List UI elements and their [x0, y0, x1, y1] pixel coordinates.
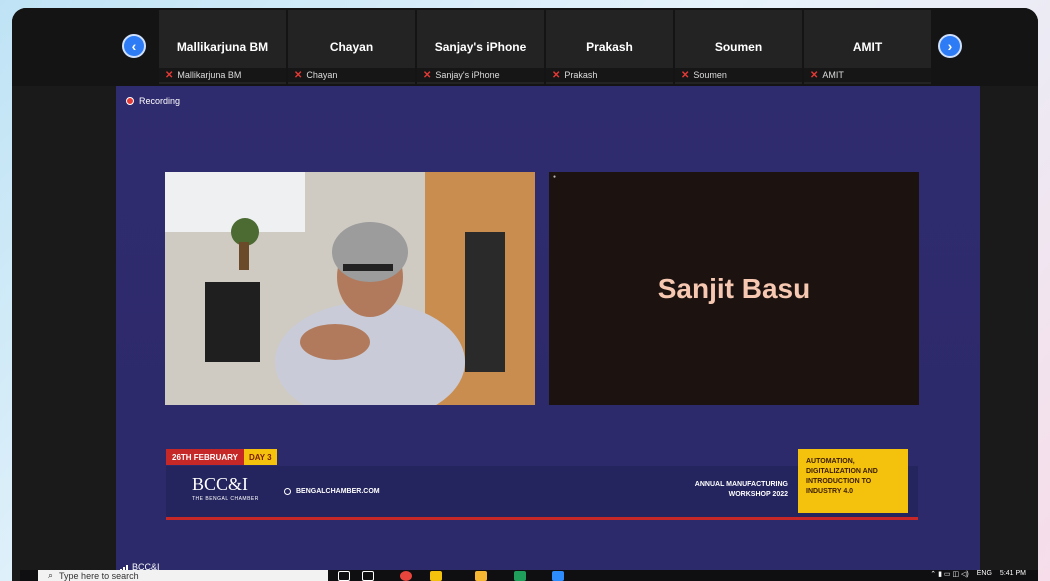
participant-tile[interactable]: Mallikarjuna BM ✕ Mallikarjuna BM — [159, 10, 286, 84]
participant-name: Mallikarjuna BM — [176, 40, 269, 54]
tray-icons[interactable]: ⌃ ▮ ▭ ◫ ◁) — [930, 570, 968, 578]
mic-muted-icon: ✕ — [165, 69, 174, 81]
app-icon[interactable] — [475, 571, 487, 581]
system-tray: ⌃ ▮ ▭ ◫ ◁) ENG 5:41 PM — [930, 570, 1026, 578]
taskbar-search[interactable]: ⌕ Type here to search — [38, 570, 328, 581]
next-page-button[interactable]: › — [938, 34, 962, 58]
participant-label-text: Chayan — [306, 70, 338, 80]
participant-tile[interactable]: Prakash ✕ Prakash — [546, 10, 673, 84]
participant-name: Sanjay's iPhone — [434, 40, 527, 54]
participant-tiles: Mallikarjuna BM ✕ Mallikarjuna BM Chayan … — [159, 10, 933, 84]
logo-text: BCC&I — [192, 474, 249, 494]
workshop-line-1: ANNUAL MANUFACTURING — [694, 481, 788, 488]
zoom-icon[interactable] — [552, 571, 564, 581]
mic-muted-icon: ✕ — [423, 69, 432, 81]
participant-video[interactable] — [165, 172, 535, 405]
video-scene — [165, 172, 535, 405]
previous-page-button[interactable]: ‹ — [122, 34, 146, 58]
workshop-title: ANNUAL MANUFACTURING WORKSHOP 2022 — [695, 480, 788, 500]
excel-icon[interactable] — [514, 571, 526, 581]
participant-strip: ‹ Mallikarjuna BM ✕ Mallikarjuna BM Chaya… — [12, 8, 1038, 86]
event-theme-box: AUTOMATION, DIGITALIZATION AND INTRODUCT… — [798, 449, 908, 513]
participant-tile[interactable]: Soumen ✕ Soumen — [675, 10, 802, 84]
participant-name: Chayan — [329, 40, 374, 54]
participant-label: ✕ Soumen — [675, 68, 802, 82]
participant-label: ✕ Mallikarjuna BM — [159, 68, 286, 82]
task-view-icon[interactable] — [362, 571, 374, 581]
website-label: BENGALCHAMBER.COM — [284, 488, 380, 495]
participant-label: ✕ AMIT — [804, 68, 931, 82]
participant-label-text: Soumen — [693, 70, 727, 80]
speaker-tile[interactable]: ● Sanjit Basu — [549, 172, 919, 405]
participant-tile[interactable]: Sanjay's iPhone ✕ Sanjay's iPhone — [417, 10, 544, 84]
mic-muted-icon: ✕ — [294, 69, 303, 81]
search-placeholder: Type here to search — [59, 570, 139, 581]
speaker-name: Sanjit Basu — [657, 272, 811, 304]
recording-indicator: Recording — [126, 96, 180, 106]
event-date-row: 26TH FEBRUARY DAY 3 — [166, 449, 277, 465]
participant-label: ✕ Chayan — [288, 68, 415, 82]
meeting-window: ‹ Mallikarjuna BM ✕ Mallikarjuna BM Chaya… — [12, 8, 1038, 581]
logo-subtitle: THE BENGAL CHAMBER — [192, 496, 259, 502]
search-icon: ⌕ — [48, 570, 54, 580]
speaker-tile-tag: ● — [553, 174, 557, 180]
website-text: BENGALCHAMBER.COM — [296, 488, 380, 495]
windows-taskbar: ⌕ Type here to search ⌃ ▮ ▭ ◫ ◁) ENG 5:4… — [20, 570, 1038, 581]
event-day: DAY 3 — [243, 449, 277, 465]
participant-name: Prakash — [586, 40, 633, 54]
participant-name: Soumen — [714, 40, 763, 54]
participant-name: AMIT — [852, 40, 883, 54]
participant-label-text: AMIT — [822, 70, 844, 80]
globe-icon — [284, 488, 291, 495]
mic-muted-icon: ✕ — [810, 69, 819, 81]
participant-tile[interactable]: AMIT ✕ AMIT — [804, 10, 931, 84]
participant-label-text: Prakash — [564, 70, 598, 80]
main-stage: Recording ● Sanjit Basu 26TH FEBRUARY DA… — [116, 86, 980, 578]
participant-tile[interactable]: Chayan ✕ Chayan — [288, 10, 415, 84]
event-date: 26TH FEBRUARY — [166, 449, 244, 465]
bcci-logo: BCC&I THE BENGAL CHAMBER — [192, 474, 259, 502]
record-icon — [126, 97, 134, 105]
file-explorer-icon[interactable] — [430, 571, 442, 581]
participant-label-text: Sanjay's iPhone — [435, 70, 500, 80]
clock[interactable]: 5:41 PM — [1000, 570, 1026, 577]
mic-muted-icon: ✕ — [681, 69, 690, 81]
participant-label-text: Mallikarjuna BM — [177, 70, 242, 80]
recording-label: Recording — [139, 96, 181, 106]
workshop-line-2: WORKSHOP 2022 — [728, 491, 788, 498]
mic-muted-icon: ✕ — [552, 69, 561, 81]
cortana-icon[interactable] — [338, 571, 350, 581]
participant-label: ✕ Prakash — [546, 68, 673, 82]
language-indicator[interactable]: ENG — [977, 570, 992, 577]
participant-label: ✕ Sanjay's iPhone — [417, 68, 544, 82]
chrome-icon[interactable] — [400, 571, 412, 581]
